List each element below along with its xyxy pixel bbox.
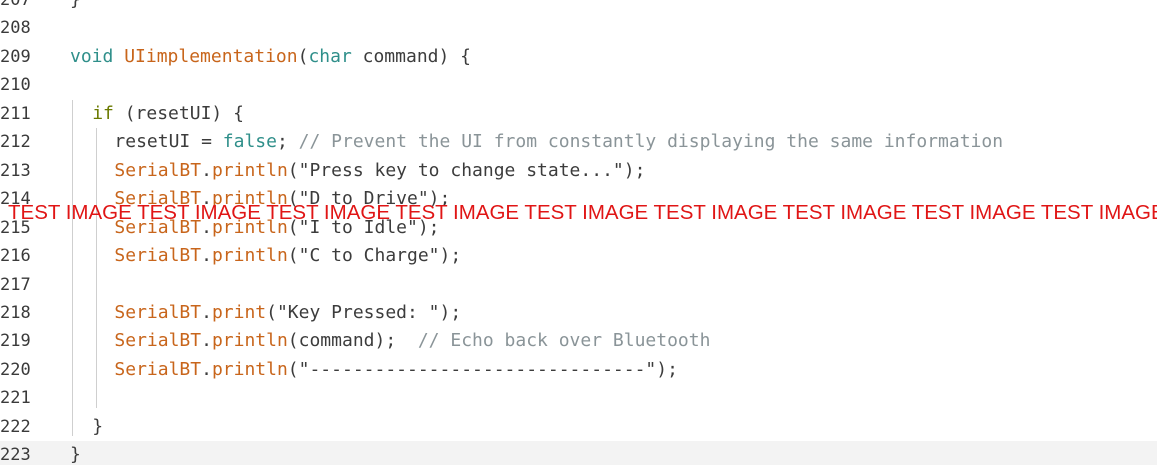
code-text: } (70, 0, 81, 14)
code-token-plain: } (70, 444, 81, 465)
code-line[interactable]: 219 SerialBT.println(command); // Echo ba… (0, 327, 1157, 355)
code-line[interactable]: 212 resetUI = false; // Prevent the UI fr… (0, 128, 1157, 156)
code-token-fn: SerialBT (114, 159, 202, 181)
code-line[interactable]: 209 void UIimplementation(char command) { (0, 43, 1157, 71)
line-number: 223 (0, 445, 31, 465)
code-line[interactable]: 221 (0, 384, 1157, 412)
code-token-plain: ; (276, 131, 299, 153)
code-text: SerialBT.println("I to Idle"); (114, 214, 439, 242)
code-token-fn: SerialBT (114, 358, 202, 380)
line-number: 220 (0, 359, 31, 380)
code-token-plain: } (70, 0, 81, 10)
code-token-plain: ("Press key to change state..."); (287, 159, 646, 181)
code-text: SerialBT.println("D to Drive"); (114, 185, 450, 213)
code-line[interactable]: 217 (0, 271, 1157, 299)
code-line[interactable]: 215 SerialBT.println("I to Idle"); (0, 214, 1157, 242)
code-token-plain: ("Key Pressed: "); (266, 301, 462, 323)
code-token-fn: UIimplementation (124, 45, 298, 67)
code-token-fn: SerialBT (114, 245, 202, 267)
code-token-plain: (command); (287, 330, 418, 352)
code-line[interactable]: 208 (0, 14, 1157, 42)
code-token-fn: println (211, 216, 288, 238)
code-token-plain: ("D to Drive"); (287, 188, 451, 210)
code-text: } (70, 441, 81, 465)
code-line[interactable]: 211 if (resetUI) { (0, 100, 1157, 128)
code-token-plain: command) { (351, 45, 472, 67)
code-text: resetUI = false; // Prevent the UI from … (114, 128, 1003, 156)
code-token-kw: false (222, 131, 277, 153)
code-text: SerialBT.println("Press key to change st… (114, 157, 645, 185)
code-text: SerialBT.println("C to Charge"); (114, 242, 461, 270)
code-token-plain: . (201, 188, 212, 210)
code-token-plain: ("C to Charge"); (287, 245, 462, 267)
code-token-fn: print (211, 301, 267, 323)
code-token-cm: // Echo back over Bluetooth (417, 330, 711, 352)
code-line[interactable]: 218 SerialBT.print("Key Pressed: "); (0, 299, 1157, 327)
code-token-fn: SerialBT (114, 330, 202, 352)
line-number: 215 (0, 217, 31, 238)
code-token-plain: . (201, 245, 212, 267)
code-token-plain: ("I to Idle"); (287, 216, 440, 238)
code-line[interactable]: 222} (0, 413, 1157, 441)
code-token-fn: SerialBT (114, 188, 202, 210)
code-token-plain: . (201, 159, 212, 181)
line-number: 221 (0, 388, 31, 409)
code-token-kw2: if (92, 102, 114, 124)
code-text: void UIimplementation(char command) { (70, 43, 471, 71)
code-line[interactable]: 223} (0, 441, 1157, 465)
line-number: 222 (0, 416, 31, 437)
code-text: SerialBT.print("Key Pressed: "); (114, 299, 461, 327)
code-token-plain: . (201, 216, 212, 238)
line-number: 217 (0, 274, 31, 295)
code-token-fn: println (211, 245, 288, 267)
code-token-plain: . (201, 358, 212, 380)
code-line[interactable]: 210 (0, 71, 1157, 99)
line-number: 209 (0, 46, 31, 67)
code-token-kw: void (70, 45, 114, 67)
line-number: 218 (0, 302, 31, 323)
code-token-fn: SerialBT (114, 216, 202, 238)
line-number: 213 (0, 160, 31, 181)
code-editor[interactable]: 207} 208 209 void UIimplementation(char com… (0, 0, 1157, 465)
line-number: 207 (0, 0, 31, 10)
code-token-plain: ("-------------------------------"); (287, 358, 678, 380)
code-token-cm: // Prevent the UI from constantly displa… (298, 131, 1004, 153)
code-token-plain: . (201, 301, 212, 323)
code-token-fn: println (211, 159, 288, 181)
code-line[interactable]: 207} (0, 0, 1157, 14)
line-number: 212 (0, 132, 31, 153)
line-number: 208 (0, 18, 31, 39)
code-line[interactable]: 216 SerialBT.println("C to Charge"); (0, 242, 1157, 270)
code-text: if (resetUI) { (92, 100, 244, 128)
code-line[interactable]: 214 SerialBT.println("D to Drive"); (0, 185, 1157, 213)
code-token-plain: ( (297, 45, 309, 67)
line-number: 216 (0, 246, 31, 267)
code-text: } (92, 413, 103, 441)
line-number: 219 (0, 331, 31, 352)
code-text: SerialBT.println("----------------------… (114, 356, 678, 384)
code-line[interactable]: 213 SerialBT.println("Press key to change… (0, 157, 1157, 185)
code-token-fn: println (211, 188, 288, 210)
code-token-fn: println (211, 358, 288, 380)
line-number: 211 (0, 103, 31, 124)
code-token-plain: . (201, 330, 212, 352)
code-token-fn: SerialBT (114, 301, 202, 323)
code-text: SerialBT.println(command); // Echo back … (114, 327, 710, 355)
line-number: 214 (0, 189, 31, 210)
line-number: 210 (0, 75, 31, 96)
code-token-plain: } (92, 415, 104, 437)
code-token-plain: resetUI = (114, 131, 223, 153)
code-token-plain: (resetUI) { (113, 102, 244, 124)
code-line[interactable]: 220 SerialBT.println("-------------------… (0, 356, 1157, 384)
code-token-fn: println (211, 330, 288, 352)
code-token-kw: char (308, 45, 352, 67)
